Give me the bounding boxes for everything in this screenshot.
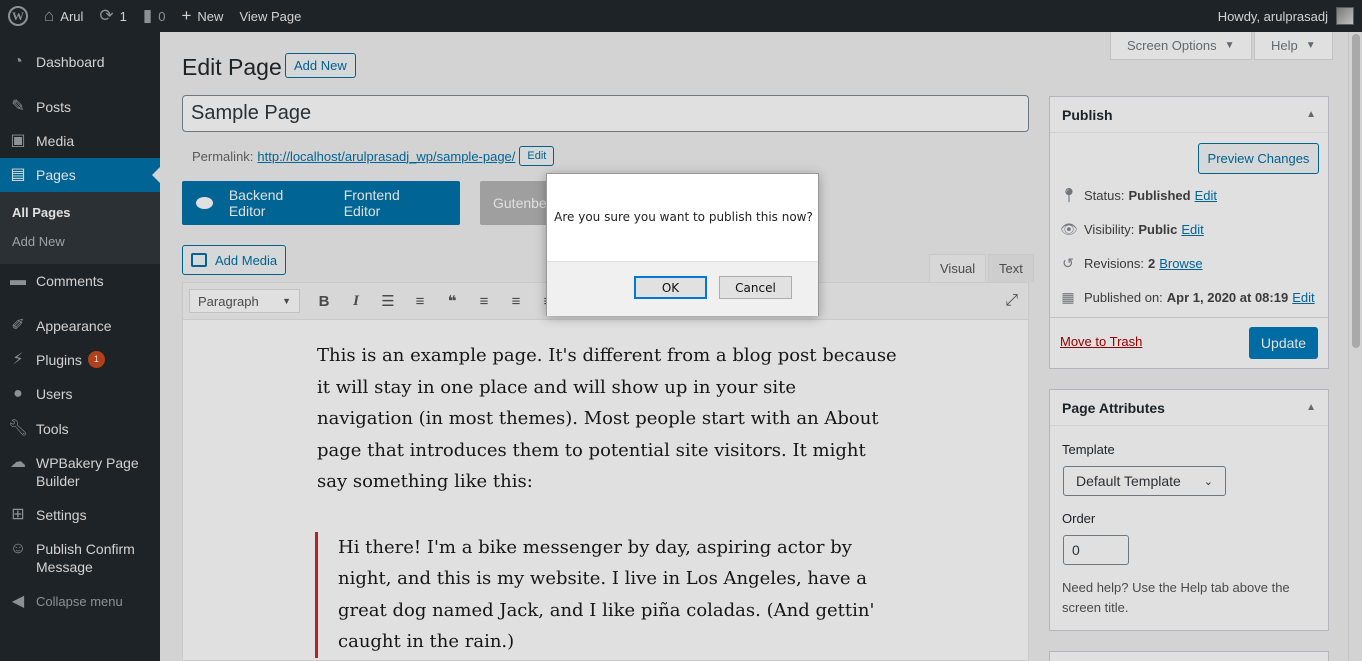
- cancel-button[interactable]: Cancel: [719, 276, 792, 299]
- dialog-footer: OK Cancel: [547, 261, 818, 316]
- ok-button[interactable]: OK: [634, 276, 707, 299]
- confirm-dialog: Are you sure you want to publish this no…: [546, 173, 819, 316]
- modal-overlay: [0, 0, 1362, 661]
- confirm-message: Are you sure you want to publish this no…: [554, 210, 813, 224]
